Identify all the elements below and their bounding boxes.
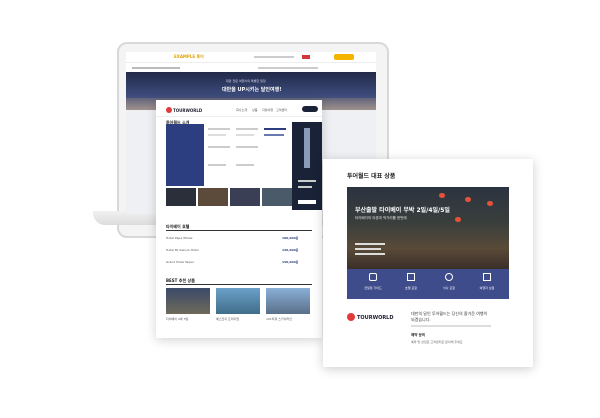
product-card-title[interactable]: 타이베이 2박 3일 bbox=[166, 317, 188, 321]
feature-item: 식사 포함 bbox=[433, 271, 465, 297]
website-page: TOURWORLD 회사소개 상품 자유여행 고객센터 투어월드 소개 타이베이… bbox=[156, 100, 322, 338]
card-photo[interactable]: 부산출발 타이베이 무박 2일/4일/5일 타이베이의 야경과 먹거리를 한번에 bbox=[347, 187, 509, 269]
logo-mark-icon bbox=[166, 107, 172, 113]
feature-item: 전일정 가이드 bbox=[357, 271, 389, 297]
nav-item[interactable]: 회사소개 bbox=[236, 108, 247, 112]
hotel-row[interactable]: Hotel Mi Sakura Hotel 120,000원 bbox=[166, 247, 312, 255]
laptop-top-links bbox=[254, 56, 294, 58]
lantern-icon bbox=[439, 193, 445, 198]
card-photo-title: 부산출발 타이베이 무박 2일/4일/5일 bbox=[355, 207, 450, 214]
lantern-icon bbox=[455, 217, 461, 222]
checklist-icon bbox=[407, 273, 415, 281]
card-features-strip: 전일정 가이드 호텔 포함 식사 포함 여행자 보험 bbox=[347, 269, 509, 299]
logo-mark-icon bbox=[347, 313, 355, 321]
product-card-image[interactable] bbox=[266, 288, 310, 314]
intro-photo bbox=[262, 188, 292, 206]
lantern-icon bbox=[487, 201, 493, 206]
document-icon bbox=[483, 273, 491, 281]
contact-button[interactable] bbox=[302, 106, 318, 112]
card-blurb: 되겠습니다. bbox=[411, 317, 431, 322]
laptop-site-name[interactable]: EXAMPLE 투어 bbox=[174, 54, 204, 60]
taipei101-icon bbox=[304, 128, 310, 168]
product-card-title[interactable]: 예스진지 프리미엄 bbox=[216, 317, 239, 321]
feature-item: 여행자 보험 bbox=[471, 271, 503, 297]
nav-item[interactable]: 고객센터 bbox=[276, 108, 287, 112]
laptop-top-button[interactable] bbox=[334, 54, 354, 60]
laptop-topbar: EXAMPLE 투어 bbox=[126, 52, 376, 63]
card-photo-sub: 타이베이의 야경과 먹거리를 한번에 bbox=[355, 216, 407, 220]
card-section-title: 투어월드 대표 상품 bbox=[347, 173, 396, 180]
intro-blue-panel bbox=[166, 124, 204, 186]
nav-item[interactable]: 상품 bbox=[252, 108, 258, 112]
hotel-row[interactable]: Grand Hotel Taipei 150,000원 bbox=[166, 259, 312, 267]
laptop-flag-icon bbox=[302, 55, 310, 59]
intro-photo bbox=[230, 188, 260, 206]
intro-text-grid bbox=[206, 124, 290, 186]
product-card-image[interactable] bbox=[216, 288, 260, 314]
bus-icon bbox=[369, 273, 377, 281]
contact-label: 예약 문의 bbox=[411, 333, 426, 337]
lantern-icon bbox=[465, 197, 471, 202]
pin-icon bbox=[445, 273, 453, 281]
laptop-hero-sub: 대만 전문 여행사의 특별한 일정 bbox=[226, 79, 266, 83]
feature-item: 호텔 포함 bbox=[395, 271, 427, 297]
nav-item[interactable]: 자유여행 bbox=[262, 108, 273, 112]
laptop-hero-headline: 대만을 UP시키는 달인여행! bbox=[222, 87, 282, 93]
intro-photo bbox=[166, 188, 196, 206]
intro-photo bbox=[198, 188, 228, 206]
contact-detail: 예약 및 상담은 고객센터로 문의해 주세요 bbox=[411, 340, 463, 344]
product-card-title[interactable]: 101타워 스카이라인 bbox=[266, 317, 292, 321]
laptop-nav bbox=[126, 63, 376, 72]
taipei101-panel bbox=[292, 122, 322, 210]
featured-product-card: 투어월드 대표 상품 부산출발 타이베이 무박 2일/4일/5일 타이베이의 야… bbox=[323, 159, 533, 367]
product-card-image[interactable] bbox=[166, 288, 210, 314]
hotel-row[interactable]: Hotel Papa Whale 100,000원 bbox=[166, 235, 312, 243]
